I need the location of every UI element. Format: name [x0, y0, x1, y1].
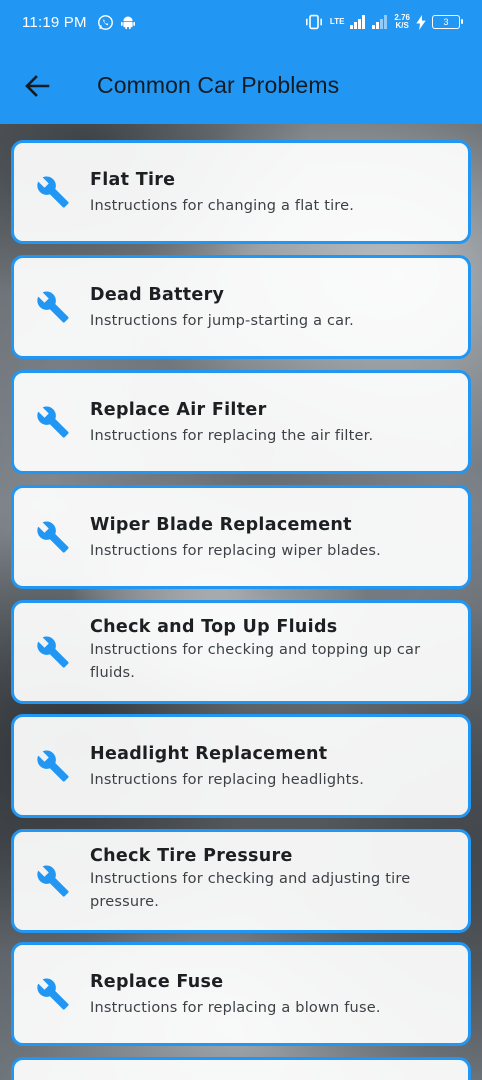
- wrench-icon: [37, 406, 69, 438]
- whatsapp-icon: [98, 15, 113, 30]
- list-item-title: Dead Battery: [90, 285, 225, 305]
- list-item-text: Wiper Blade Replacement Instructions for…: [90, 515, 452, 563]
- wrench-icon: [37, 978, 69, 1010]
- list-item-title: Flat Tire: [90, 170, 176, 190]
- wrench-icon: [37, 291, 69, 323]
- list-item-description: Instructions for checking and topping up…: [90, 642, 421, 681]
- problem-list: Flat Tire Instructions for changing a fl…: [0, 124, 482, 1080]
- list-item-description: Instructions for replacing the air filte…: [90, 428, 374, 444]
- list-item-text: Check and Top Up Fluids Instructions for…: [90, 617, 452, 685]
- list-item-flat-tire[interactable]: Flat Tire Instructions for changing a fl…: [11, 140, 471, 244]
- list-item-text: Dead Battery Instructions for jump-start…: [90, 285, 452, 333]
- list-item-title: Check Tire Pressure: [90, 846, 293, 866]
- network-speed-unit: K/S: [395, 21, 409, 30]
- page-title: Common Car Problems: [97, 72, 340, 98]
- list-item-description: Instructions for checking and adjusting …: [90, 871, 411, 910]
- wrench-icon: [37, 636, 69, 668]
- list-item-replace-air-filter[interactable]: Replace Air Filter Instructions for repl…: [11, 370, 471, 474]
- list-item-description: Instructions for changing a flat tire.: [90, 198, 355, 214]
- list-item-text: Replace Air Filter Instructions for repl…: [90, 400, 452, 448]
- wrench-icon: [37, 865, 69, 897]
- wrench-icon: [37, 521, 69, 553]
- list-item-description: Instructions for replacing wiper blades.: [90, 543, 381, 559]
- list-item-text: Headlight Replacement Instructions for r…: [90, 744, 452, 792]
- wrench-icon: [37, 750, 69, 782]
- signal-icon-2: [372, 15, 388, 29]
- list-item-title: Wiper Blade Replacement: [90, 515, 352, 535]
- list-item-replace-fuse[interactable]: Replace Fuse Instructions for replacing …: [11, 942, 471, 1046]
- back-button[interactable]: [22, 72, 52, 100]
- system-icons: LTE 2.76 K/S 3: [304, 14, 463, 30]
- charging-icon: [416, 14, 426, 30]
- wrench-icon: [37, 176, 69, 208]
- list-item-description: Instructions for replacing a blown fuse.: [90, 1000, 381, 1016]
- list-item-text: Check Tire Pressure Instructions for che…: [90, 846, 452, 914]
- list-item-description: Instructions for replacing headlights.: [90, 772, 365, 788]
- battery-level: 3: [443, 17, 449, 27]
- notification-icons: [97, 14, 136, 31]
- list-item-text: Flat Tire Instructions for changing a fl…: [90, 170, 452, 218]
- vibrate-icon: [305, 14, 322, 30]
- list-item-headlight-replacement[interactable]: Headlight Replacement Instructions for r…: [11, 714, 471, 818]
- status-bar: 11:19 PM LTE 2.76 K/S 3: [0, 0, 482, 48]
- network-speed: 2.76 K/S: [394, 14, 410, 30]
- list-item-title: Headlight Replacement: [90, 744, 328, 764]
- list-item-check-tire-pressure[interactable]: Check Tire Pressure Instructions for che…: [11, 829, 471, 933]
- list-item-title: Replace Fuse: [90, 972, 224, 992]
- list-item-dead-battery[interactable]: Dead Battery Instructions for jump-start…: [11, 255, 471, 359]
- signal-icon: [350, 15, 366, 29]
- list-item-check-and-top-up-fluids[interactable]: Check and Top Up Fluids Instructions for…: [11, 600, 471, 704]
- network-type: LTE: [329, 17, 345, 26]
- app-bar: Common Car Problems: [0, 48, 482, 124]
- list-item-description: Instructions for jump-starting a car.: [90, 313, 354, 329]
- list-item-wiper-blade-replacement[interactable]: Wiper Blade Replacement Instructions for…: [11, 485, 471, 589]
- list-item-text: Replace Fuse Instructions for replacing …: [90, 972, 452, 1020]
- android-icon: [121, 16, 135, 30]
- status-time: 11:19 PM: [22, 14, 87, 31]
- battery-icon: 3: [432, 15, 463, 29]
- list-item-partial[interactable]: [11, 1057, 471, 1080]
- arrow-left-icon: [25, 75, 50, 97]
- list-item-title: Check and Top Up Fluids: [90, 617, 338, 637]
- list-item-title: Replace Air Filter: [90, 400, 267, 420]
